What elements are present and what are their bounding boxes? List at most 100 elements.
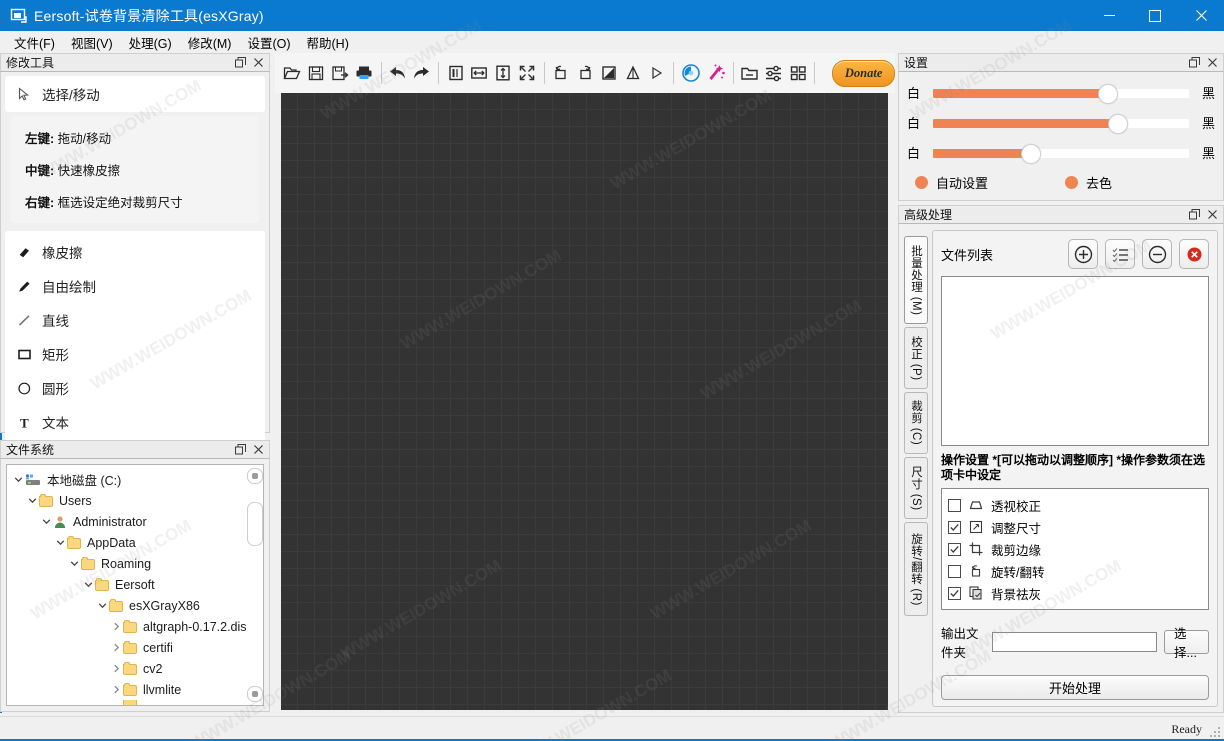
tool-select-move[interactable]: 选择/移动 [5,76,265,112]
redo-icon[interactable] [412,60,431,86]
menu-modify[interactable]: 修改(M) [180,31,240,54]
chevron-right-icon[interactable] [109,620,123,634]
minimize-button[interactable] [1086,0,1132,31]
tree-item-cv2[interactable]: cv2 [11,658,263,679]
resize-grip[interactable] [1210,727,1221,738]
close-button[interactable] [1178,0,1224,31]
close-icon[interactable] [251,442,266,457]
threshold-slider-1[interactable] [933,83,1189,104]
remove-file-button[interactable] [1142,239,1172,269]
checkbox[interactable] [948,498,961,512]
auto-process-icon[interactable] [681,60,701,86]
fit-width-icon[interactable] [470,60,489,86]
file-tree[interactable]: 本地磁盘 (C:) Users Administrator AppData Ro… [6,464,264,706]
grid-view-icon[interactable] [788,60,807,86]
start-processing-button[interactable]: 开始处理 [941,675,1209,700]
tool-circle[interactable]: 圆形 [5,371,265,405]
open-file-icon[interactable] [283,60,302,86]
tab-crop[interactable]: 裁剪 (C) [904,392,928,454]
float-icon[interactable] [233,442,248,457]
fit-height-icon[interactable] [494,60,513,86]
flip-horizontal-icon[interactable] [599,60,618,86]
tree-item-roaming[interactable]: Roaming [11,553,263,574]
tree-item-partial[interactable] [11,700,263,705]
tree-item-appdata[interactable]: AppData [11,532,263,553]
scroll-up-button[interactable] [247,468,263,484]
tool-text[interactable]: T 文本 [5,405,265,439]
output-folder-input[interactable] [992,632,1158,652]
chevron-right-icon[interactable] [109,641,123,655]
magic-wand-icon[interactable] [706,60,726,86]
tool-rectangle[interactable]: 矩形 [5,337,265,371]
auto-settings-toggle[interactable]: 自动设置 [907,173,1065,192]
checkbox[interactable] [948,542,961,556]
float-icon[interactable] [233,55,248,70]
tree-item-eersoft[interactable]: Eersoft [11,574,263,595]
close-icon[interactable] [1205,55,1220,70]
menu-file[interactable]: 文件(F) [6,31,63,54]
tree-item-administrator[interactable]: Administrator [11,511,263,532]
tab-rotate-flip[interactable]: 旋转/翻转 (R) [904,522,928,616]
tree-item-certifi[interactable]: certifi [11,637,263,658]
image-canvas[interactable] [281,93,888,710]
chevron-down-icon[interactable] [11,473,25,487]
checkbox[interactable] [948,564,961,578]
clear-all-button[interactable] [1179,239,1209,269]
operation-resize[interactable]: 调整尺寸 [948,516,1202,538]
operation-background-degray[interactable]: 背景祛灰 [948,582,1202,604]
tree-scrollbar[interactable] [246,466,263,704]
undo-icon[interactable] [388,60,407,86]
settings-sliders-icon[interactable] [764,60,783,86]
close-icon[interactable] [1205,207,1220,222]
menu-help[interactable]: 帮助(H) [299,31,357,54]
maximize-button[interactable] [1132,0,1178,31]
save-icon[interactable] [307,60,326,86]
scroll-down-button[interactable] [247,686,263,702]
tree-item-altgraph[interactable]: altgraph-0.17.2.dist... [11,616,263,637]
add-file-button[interactable] [1068,239,1098,269]
tool-eraser[interactable]: 橡皮擦 [5,235,265,269]
chevron-down-icon[interactable] [95,599,109,613]
play-icon[interactable] [647,60,666,86]
chevron-down-icon[interactable] [25,494,39,508]
operation-crop-edges[interactable]: 裁剪边缘 [948,538,1202,560]
chevron-right-icon[interactable] [109,662,123,676]
file-list-box[interactable] [941,276,1209,446]
tool-freehand[interactable]: 自由绘制 [5,269,265,303]
operation-perspective-correction[interactable]: 透视校正 [948,494,1202,516]
chevron-down-icon[interactable] [81,578,95,592]
scroll-thumb[interactable] [247,502,263,546]
tab-size[interactable]: 尺寸 (S) [904,457,928,519]
rotate-left-icon[interactable] [551,60,570,86]
close-icon[interactable] [251,55,266,70]
menu-view[interactable]: 视图(V) [63,31,121,54]
tree-item-llvmlite[interactable]: llvmlite [11,679,263,700]
slider-knob[interactable] [1021,143,1042,164]
tab-correction[interactable]: 校正 (P) [904,327,928,389]
tool-line[interactable]: 直线 [5,303,265,337]
rotate-right-icon[interactable] [575,60,594,86]
print-icon[interactable] [355,60,374,86]
desaturate-toggle[interactable]: 去色 [1065,173,1112,192]
chevron-down-icon[interactable] [53,536,67,550]
tree-item-users[interactable]: Users [11,490,263,511]
checkbox[interactable] [948,520,961,534]
float-icon[interactable] [1187,207,1202,222]
tree-item-esxgrayx86[interactable]: esXGrayX86 [11,595,263,616]
browse-output-button[interactable]: 选择... [1164,627,1209,660]
operation-rotate-flip[interactable]: 旋转/翻转 [948,560,1202,582]
threshold-slider-3[interactable] [933,143,1189,164]
save-as-icon[interactable] [331,60,350,86]
menu-process[interactable]: 处理(G) [121,31,180,54]
slider-knob[interactable] [1098,83,1119,104]
checkbox[interactable] [948,586,961,600]
tree-item-drive[interactable]: 本地磁盘 (C:) [11,469,263,490]
fit-page-icon[interactable] [446,60,465,86]
chevron-down-icon[interactable] [67,557,81,571]
slider-knob[interactable] [1108,113,1129,134]
donate-button[interactable]: Donate [832,59,896,87]
chevron-down-icon[interactable] [39,515,53,529]
chevron-right-icon[interactable] [109,683,123,697]
float-icon[interactable] [1187,55,1202,70]
flip-vertical-icon[interactable] [623,60,642,86]
